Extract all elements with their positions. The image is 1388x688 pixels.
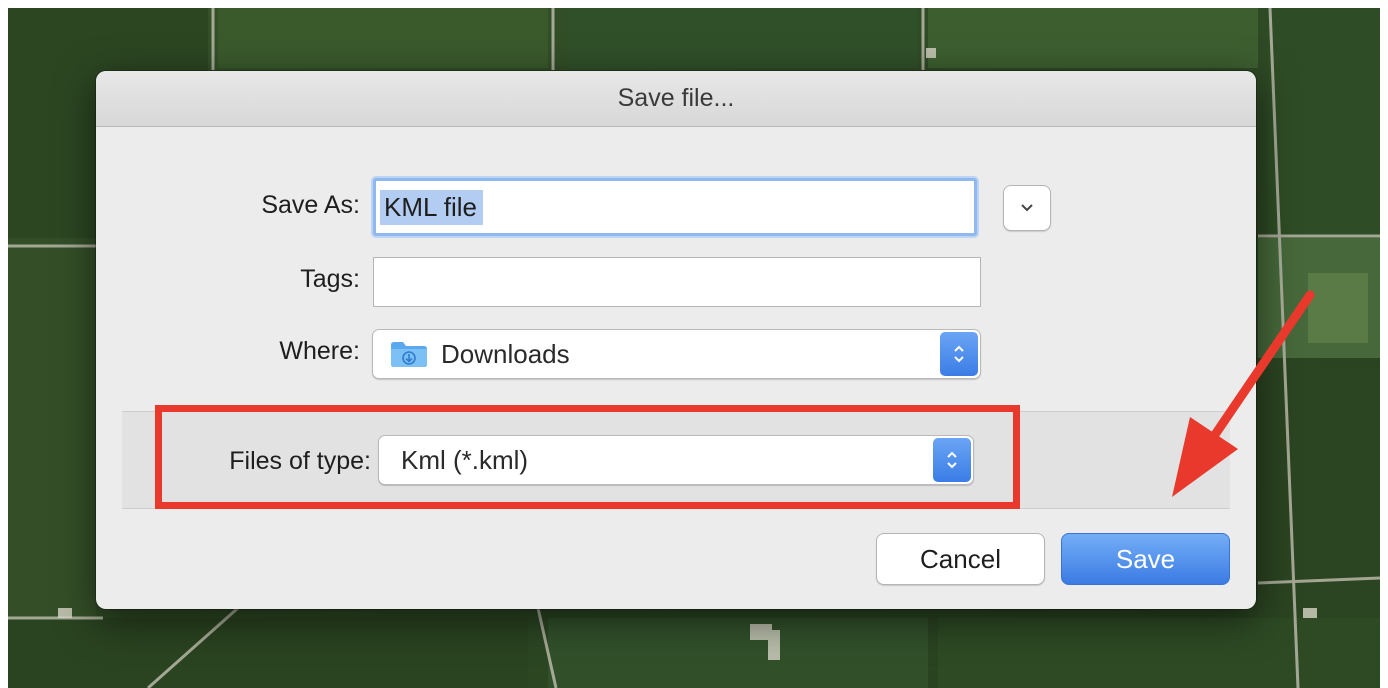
expand-dialog-button[interactable] — [1003, 185, 1051, 231]
tags-label: Tags: — [300, 265, 360, 293]
downloads-folder-icon — [389, 339, 429, 369]
save-file-dialog: Save file... Save As: KML file Tags: Whe… — [96, 71, 1256, 609]
save-as-field[interactable]: KML file — [373, 178, 977, 236]
dialog-titlebar[interactable]: Save file... — [96, 71, 1256, 127]
red-arrow — [1172, 290, 1315, 497]
dialog-title: Save file... — [617, 84, 735, 112]
chevron-down-icon — [1021, 204, 1033, 212]
save-as-value: KML file — [380, 189, 483, 225]
file-type-highlight-box — [155, 405, 1020, 509]
cancel-button[interactable]: Cancel — [876, 533, 1045, 585]
where-popup[interactable]: Downloads — [372, 329, 981, 379]
where-label: Where: — [279, 337, 360, 365]
up-down-stepper-icon — [940, 332, 978, 376]
save-as-label: Save As: — [261, 191, 360, 219]
save-button[interactable]: Save — [1061, 533, 1230, 585]
where-value: Downloads — [441, 338, 570, 369]
tags-field[interactable] — [373, 257, 981, 307]
